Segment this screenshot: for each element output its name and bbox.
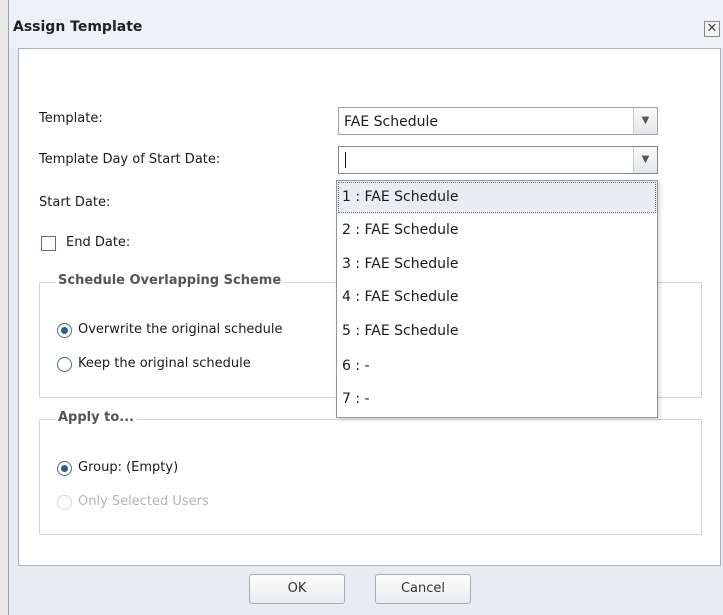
keep-original-label: Keep the original schedule (78, 356, 251, 371)
selected-users-label: Only Selected Users (78, 494, 209, 509)
overwrite-radio[interactable] (57, 323, 72, 338)
schedule-overlapping-legend: Schedule Overlapping Scheme (55, 273, 285, 288)
dropdown-option[interactable]: 2 : FAE Schedule (337, 214, 657, 247)
dialog-title: Assign Template (13, 19, 143, 35)
template-day-label: Template Day of Start Date: (39, 152, 221, 167)
apply-to-group: Apply to... Group: (Empty) Only Selected… (39, 410, 702, 535)
group-label: Group: (Empty) (78, 460, 179, 475)
template-day-dropdown-list: 1 : FAE Schedule 2 : FAE Schedule 3 : FA… (336, 180, 658, 418)
ok-button[interactable]: OK (249, 574, 345, 604)
template-day-combobox[interactable]: ▼ (338, 146, 658, 174)
start-date-label: Start Date: (39, 195, 111, 210)
dropdown-option[interactable]: 5 : FAE Schedule (337, 315, 657, 348)
end-date-checkbox[interactable] (41, 236, 56, 251)
end-date-label: End Date: (66, 235, 131, 250)
chevron-down-icon[interactable]: ▼ (633, 108, 657, 134)
close-icon[interactable]: ✕ (704, 21, 720, 37)
text-caret (345, 152, 346, 168)
cancel-button[interactable]: Cancel (375, 574, 471, 604)
dropdown-option[interactable]: 3 : FAE Schedule (337, 248, 657, 281)
keep-original-radio[interactable] (57, 357, 72, 372)
group-radio[interactable] (57, 461, 72, 476)
dropdown-option[interactable]: 4 : FAE Schedule (337, 281, 657, 314)
dialog-titlebar: Assign Template ✕ (9, 0, 723, 48)
overwrite-label: Overwrite the original schedule (78, 322, 283, 337)
dropdown-option[interactable]: 7 : - (337, 383, 657, 416)
apply-to-legend: Apply to... (55, 410, 138, 425)
template-select[interactable]: FAE Schedule ▼ (338, 107, 658, 135)
dropdown-option[interactable]: 1 : FAE Schedule (337, 181, 657, 214)
selected-users-radio[interactable] (57, 495, 72, 510)
dropdown-option[interactable]: 6 : - (337, 350, 657, 383)
template-label: Template: (39, 111, 103, 126)
chevron-down-icon[interactable]: ▼ (633, 147, 657, 173)
template-select-value: FAE Schedule (344, 114, 438, 130)
